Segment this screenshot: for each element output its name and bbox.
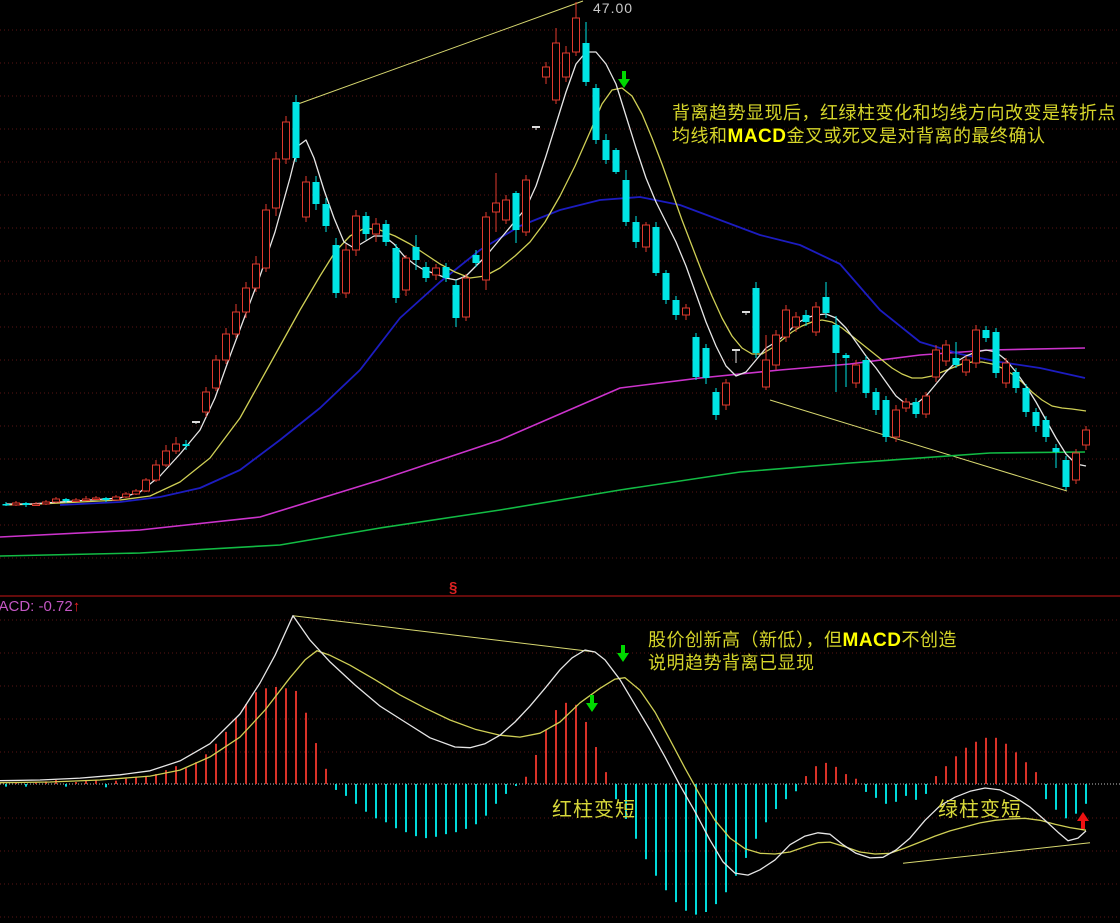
peak-price-label: 47.00 <box>593 0 633 16</box>
note-line: 均线和MACD金叉或死叉是对背离的最终确认 <box>672 125 1116 148</box>
green-histogram-shrink-label: 绿柱变短 <box>938 793 1022 822</box>
macd-value-readout: MACD: -0.72↑ <box>0 598 80 615</box>
macd-keyword: MACD <box>843 630 902 651</box>
note-line: 说明趋势背离已显现 <box>648 652 957 675</box>
red-histogram-shrink-label: 红柱变短 <box>552 793 636 822</box>
stock-chart-screen: 47.00 背离趋势显现后，红绿柱变化和均线方向改变是转折点 均线和MACD金叉… <box>0 0 1120 923</box>
macd-keyword: MACD <box>728 126 787 147</box>
note-line: 股价创新高（新低），但MACD不创造 <box>648 629 957 652</box>
up-arrow-icon: ↑ <box>73 598 81 615</box>
note-line: 背离趋势显现后，红绿柱变化和均线方向改变是转折点 <box>672 102 1116 125</box>
divergence-note-top: 背离趋势显现后，红绿柱变化和均线方向改变是转折点 均线和MACD金叉或死叉是对背… <box>672 102 1116 148</box>
section-mark-icon: § <box>449 579 457 596</box>
divergence-note-macd: 股价创新高（新低），但MACD不创造 说明趋势背离已显现 <box>648 629 957 675</box>
